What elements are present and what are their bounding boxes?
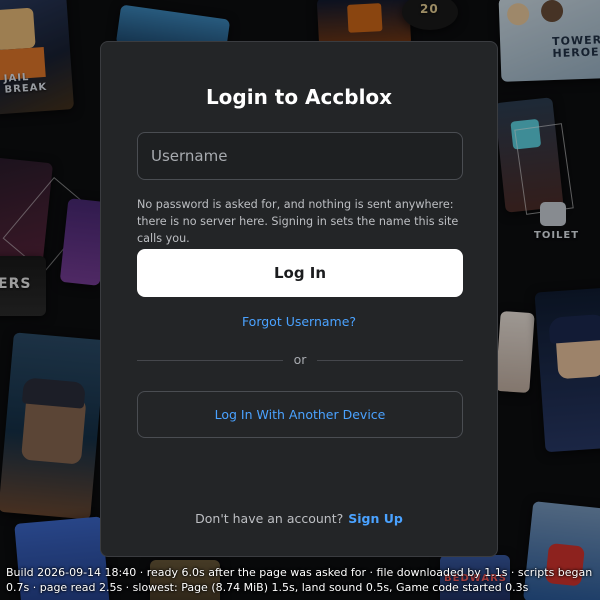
login-card: Login to Accblox No password is asked fo… <box>100 41 498 557</box>
login-another-device-button[interactable]: Log In With Another Device <box>137 391 463 438</box>
signup-row: Don't have an account? Sign Up <box>101 511 497 526</box>
build-status-text: Build 2026-09-14 18:40 · ready 6.0s afte… <box>6 566 593 594</box>
username-input[interactable] <box>137 132 463 180</box>
login-button[interactable]: Log In <box>137 249 463 297</box>
login-note: No password is asked for, and nothing is… <box>137 198 459 245</box>
signup-link[interactable]: Sign Up <box>348 511 403 526</box>
divider: or <box>137 352 463 368</box>
login-title: Login to Accblox <box>205 85 393 109</box>
divider-line-right <box>317 360 463 361</box>
login-page: JAIL BREAK 20 TOWER HEROES ERS TOILET BE… <box>0 0 600 600</box>
signup-prompt: Don't have an account? <box>195 511 344 526</box>
forgot-username-link[interactable]: Forgot Username? <box>101 314 497 329</box>
